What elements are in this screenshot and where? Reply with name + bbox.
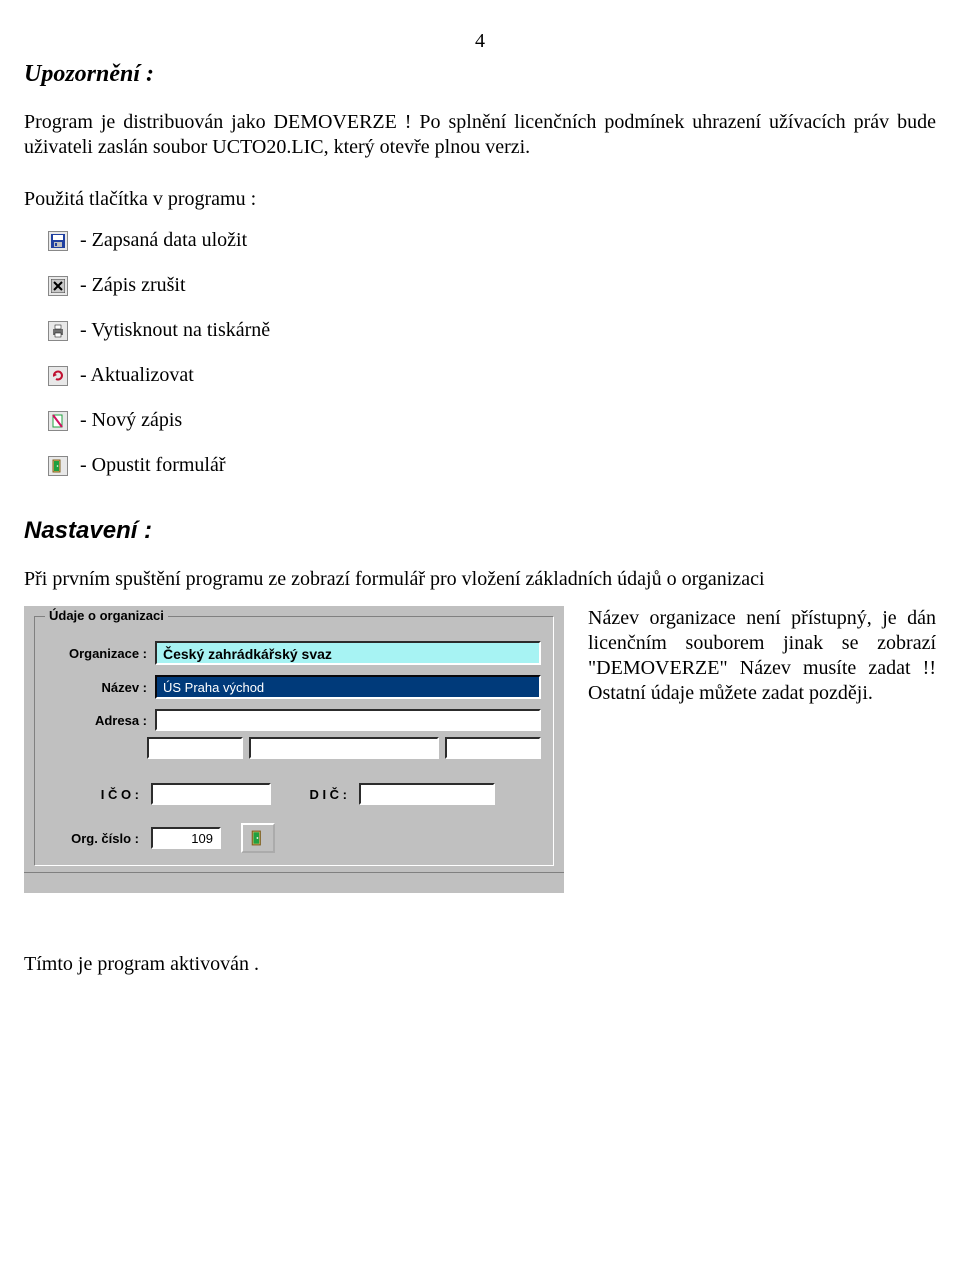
- refresh-icon: [48, 366, 68, 386]
- org-cislo-row: Org. číslo : 109: [47, 823, 541, 853]
- nazev-field[interactable]: ÚS Praha východ: [155, 675, 541, 699]
- org-cislo-field[interactable]: 109: [151, 827, 221, 849]
- ico-dic-row: I Č O : D I Č :: [47, 783, 541, 805]
- adresa-row-2: [147, 737, 541, 759]
- buttons-used-heading: Použitá tlačítka v programu :: [24, 188, 936, 211]
- exit-icon: [250, 830, 266, 846]
- label-nazev: Název :: [47, 680, 155, 695]
- save-icon: [48, 231, 68, 251]
- list-item: - Nový zápis: [48, 409, 936, 432]
- cancel-icon: [48, 276, 68, 296]
- button-descriptions-list: - Zapsaná data uložit - Zápis zrušit: [48, 229, 936, 477]
- organizace-field[interactable]: Český zahrádkářský svaz: [155, 641, 541, 665]
- list-item-label: - Aktualizovat: [80, 364, 194, 387]
- print-icon: [48, 321, 68, 341]
- adresa-field-line1[interactable]: [155, 709, 541, 731]
- fieldset-legend: Údaje o organizaci: [45, 608, 168, 623]
- list-item: - Zápis zrušit: [48, 274, 936, 297]
- page-number: 4: [24, 30, 936, 53]
- dialog-statusbar: [24, 872, 564, 893]
- organization-fieldset: Údaje o organizaci Organizace : Český za…: [34, 616, 554, 866]
- settings-intro-paragraph: Při prvním spuštění programu ze zobrazí …: [24, 567, 936, 592]
- list-item-label: - Zápis zrušit: [80, 274, 186, 297]
- adresa-mesto-field[interactable]: [249, 737, 439, 759]
- label-organizace: Organizace :: [47, 646, 155, 661]
- list-item: - Opustit formulář: [48, 454, 936, 477]
- list-item: - Aktualizovat: [48, 364, 936, 387]
- list-item: - Zapsaná data uložit: [48, 229, 936, 252]
- settings-two-column: Údaje o organizaci Organizace : Český za…: [24, 606, 936, 893]
- list-item-label: - Vytisknout na tiskárně: [80, 319, 270, 342]
- label-dic: D I Č :: [303, 787, 351, 802]
- list-item-label: - Nový zápis: [80, 409, 182, 432]
- heading-warning: Upozornění :: [24, 61, 936, 88]
- list-item: - Vytisknout na tiskárně: [48, 319, 936, 342]
- dic-field[interactable]: [359, 783, 495, 805]
- exit-icon: [48, 456, 68, 476]
- list-item-label: - Zapsaná data uložit: [80, 229, 247, 252]
- adresa-psc-field[interactable]: [147, 737, 243, 759]
- intro-paragraph: Program je distribuován jako DEMOVERZE !…: [24, 110, 936, 160]
- label-ico: I Č O :: [47, 787, 143, 802]
- exit-form-button[interactable]: [241, 823, 275, 853]
- settings-side-note: Název organizace není přístupný, je dán …: [588, 606, 936, 706]
- ico-field[interactable]: [151, 783, 271, 805]
- heading-settings: Nastavení :: [24, 517, 936, 545]
- label-adresa: Adresa :: [47, 713, 155, 728]
- adresa-zeme-field[interactable]: [445, 737, 541, 759]
- document-page: 4 Upozornění : Program je distribuován j…: [0, 0, 960, 1274]
- list-item-label: - Opustit formulář: [80, 454, 226, 477]
- new-icon: [48, 411, 68, 431]
- footer-paragraph: Tímto je program aktivován .: [24, 953, 936, 976]
- organization-dialog: Údaje o organizaci Organizace : Český za…: [24, 606, 564, 893]
- label-org-cislo: Org. číslo :: [47, 831, 143, 846]
